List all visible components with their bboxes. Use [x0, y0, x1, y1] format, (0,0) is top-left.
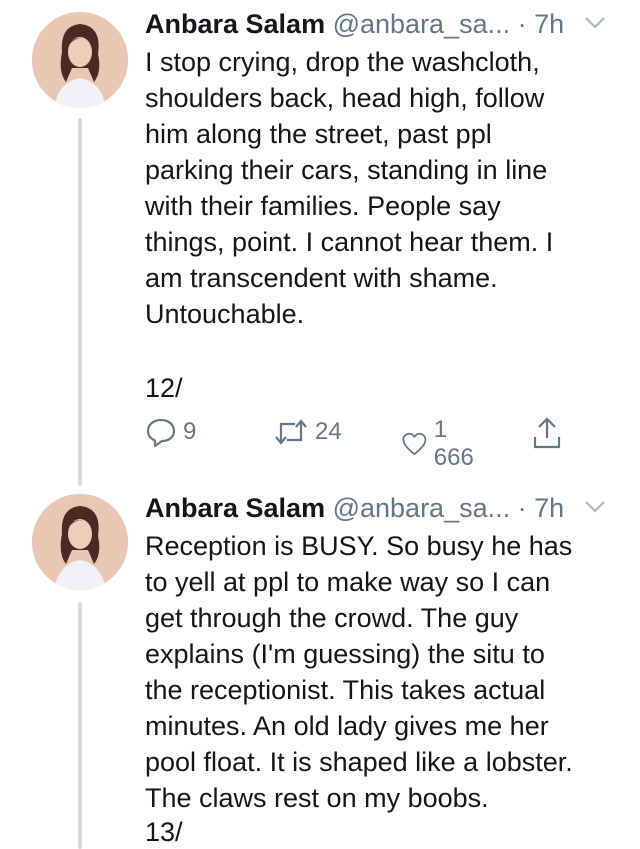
- text-line: explains (I'm guessing) the situ to: [145, 639, 545, 669]
- text-line: minutes. An old lady gives me her: [145, 711, 549, 741]
- tweet-header: Anbara Salam @anbara_sa... · 7h: [145, 8, 564, 40]
- text-line: am transcendent with shame.: [145, 263, 498, 293]
- retweet-icon: [275, 419, 307, 445]
- text-line: the receptionist. This takes actual: [145, 675, 546, 705]
- avatar[interactable]: [32, 12, 128, 108]
- text-line: The claws rest on my boobs.: [145, 783, 489, 813]
- text-line: with their families. People say: [145, 191, 501, 221]
- share-button[interactable]: [531, 416, 563, 450]
- reply-icon: [146, 418, 176, 448]
- text-line: parking their cars, standing in line: [145, 155, 548, 185]
- retweet-button[interactable]: 24: [273, 416, 342, 448]
- timestamp[interactable]: 7h: [534, 493, 564, 523]
- thread-line: [78, 602, 82, 849]
- heart-icon: [402, 432, 427, 456]
- tweet-text: Reception is BUSY. So busy he has to yel…: [145, 528, 633, 816]
- chevron-down-icon[interactable]: [584, 16, 606, 35]
- text-line: pool float. It is shaped like a lobster.: [145, 747, 573, 777]
- text-line: I stop crying, drop the washcloth,: [145, 47, 540, 77]
- tweet-header: Anbara Salam @anbara_sa... · 7h: [145, 492, 564, 524]
- timestamp[interactable]: 7h: [534, 9, 564, 39]
- text-line: get through the crowd. The guy: [145, 603, 519, 633]
- text-line: Untouchable.: [145, 299, 305, 329]
- like-button[interactable]: 1 666: [401, 416, 481, 472]
- separator-dot: ·: [517, 493, 527, 523]
- text-line: shoulders back, head high, follow: [145, 83, 545, 113]
- text-line: Reception is BUSY. So busy he has: [145, 531, 573, 561]
- display-name[interactable]: Anbara Salam: [145, 493, 325, 523]
- like-count: 1 666: [433, 416, 474, 471]
- separator-dot: ·: [517, 9, 527, 39]
- thread-number: 12/: [145, 373, 183, 403]
- tweet-text: I stop crying, drop the washcloth, shoul…: [145, 44, 625, 332]
- display-name[interactable]: Anbara Salam: [145, 9, 325, 39]
- avatar[interactable]: [32, 494, 128, 590]
- text-line: things, point. I cannot hear them. I: [145, 227, 554, 257]
- text-line: to yell at ppl to make way so I can: [145, 567, 551, 597]
- thread-number: 13/: [145, 817, 183, 847]
- retweet-count: 24: [315, 418, 342, 445]
- chevron-down-icon[interactable]: [584, 500, 606, 519]
- user-handle[interactable]: @anbara_sa...: [333, 493, 511, 523]
- text-line: him along the street, past ppl: [145, 119, 492, 149]
- thread-line: [78, 118, 82, 486]
- user-handle[interactable]: @anbara_sa...: [333, 9, 511, 39]
- reply-count: 9: [183, 418, 197, 445]
- share-icon: [533, 417, 561, 449]
- reply-button[interactable]: 9: [145, 416, 196, 448]
